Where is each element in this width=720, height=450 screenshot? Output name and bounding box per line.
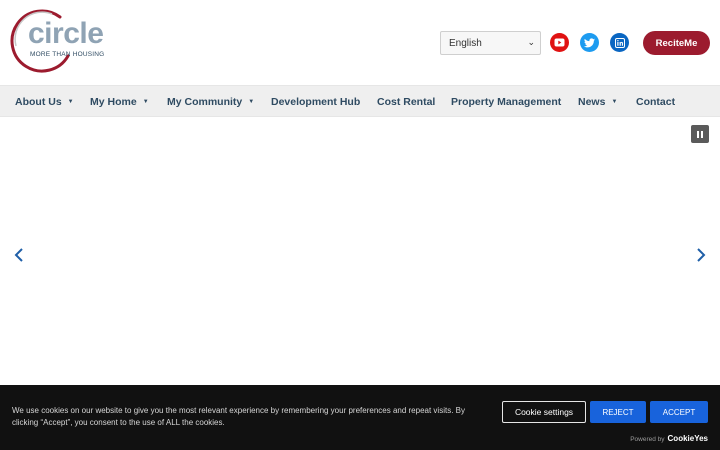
nav-item-my-community[interactable]: My Community ▼ — [167, 86, 254, 118]
main-nav: About Us ▼ My Home ▼ My Community ▼ Deve… — [0, 85, 720, 117]
youtube-icon — [554, 38, 565, 47]
chevron-down-icon: ⌄ — [527, 37, 535, 47]
powered-by[interactable]: Powered by CookieYes — [630, 434, 708, 443]
cookie-message: We use cookies on our website to give yo… — [12, 406, 465, 427]
twitter-icon — [584, 37, 595, 47]
nav-item-label: News — [578, 96, 606, 108]
language-selected-value: English — [449, 37, 482, 49]
cookieyes-logo: CookieYes — [667, 434, 708, 443]
linkedin-icon — [614, 37, 625, 48]
logo-word: circle — [28, 17, 104, 50]
caret-down-icon: ▼ — [248, 99, 255, 105]
caret-down-icon: ▼ — [67, 99, 74, 105]
site-header: circle MORE THAN HOUSING English ⌄ Recit… — [0, 0, 720, 85]
cookie-settings-button[interactable]: Cookie settings — [502, 401, 586, 423]
nav-item-label: My Community — [167, 96, 243, 108]
nav-item-news[interactable]: News ▼ — [578, 86, 617, 118]
nav-item-label: Cost Rental — [377, 96, 436, 108]
hero-slider — [0, 118, 720, 385]
nav-item-cost-rental[interactable]: Cost Rental — [377, 86, 435, 118]
reciteme-button[interactable]: ReciteMe — [643, 31, 710, 55]
nav-item-my-home[interactable]: My Home ▼ — [90, 86, 149, 118]
powered-by-label: Powered by — [630, 436, 665, 443]
nav-item-label: About Us — [15, 96, 62, 108]
language-select[interactable]: English ⌄ — [440, 31, 541, 55]
nav-item-contact[interactable]: Contact — [636, 86, 675, 118]
chevron-left-icon[interactable] — [12, 247, 26, 263]
nav-item-development-hub[interactable]: Development Hub — [271, 86, 360, 118]
logo-tagline: MORE THAN HOUSING — [30, 51, 105, 58]
youtube-link[interactable] — [550, 33, 569, 52]
pause-icon — [701, 130, 703, 138]
twitter-link[interactable] — [580, 33, 599, 52]
chevron-right-icon[interactable] — [694, 247, 708, 263]
nav-item-label: Development Hub — [271, 96, 361, 108]
caret-down-icon: ▼ — [611, 99, 618, 105]
nav-item-label: Contact — [636, 96, 676, 108]
pause-icon — [697, 130, 699, 138]
linkedin-link[interactable] — [610, 33, 629, 52]
cookie-accept-button[interactable]: ACCEPT — [650, 401, 708, 423]
nav-item-property-management[interactable]: Property Management — [451, 86, 561, 118]
nav-item-about-us[interactable]: About Us ▼ — [15, 86, 74, 118]
nav-item-label: My Home — [90, 96, 137, 108]
caret-down-icon: ▼ — [142, 99, 149, 105]
slider-pause-button[interactable] — [691, 125, 709, 143]
nav-item-label: Property Management — [451, 96, 562, 108]
cookie-reject-button[interactable]: REJECT — [590, 401, 646, 423]
circle-logo[interactable]: circle MORE THAN HOUSING — [8, 8, 112, 76]
